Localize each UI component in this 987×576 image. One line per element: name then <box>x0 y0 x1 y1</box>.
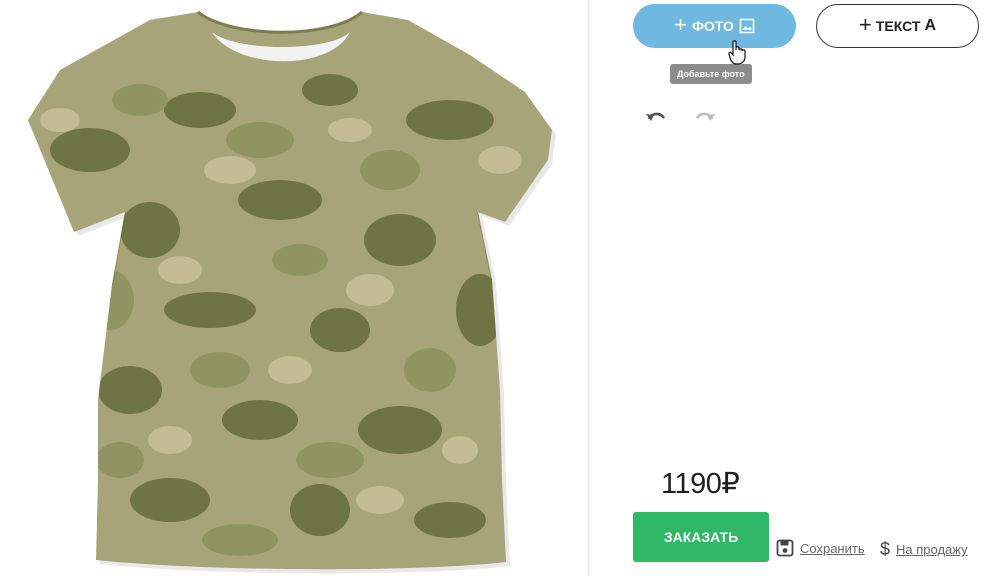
floppy-disk-icon <box>776 539 794 557</box>
save-link-label: Сохранить <box>800 540 865 556</box>
add-photo-label: ФОТО <box>691 18 734 34</box>
add-photo-tooltip: Добавьте фото <box>670 64 752 84</box>
plus-icon: + <box>674 12 687 37</box>
constructor-page: + ФОТО Добавьте фото + ТЕКСТ A 1190₽ ЗАК… <box>0 0 987 576</box>
product-price: 1190₽ <box>661 468 740 500</box>
add-text-button[interactable]: + ТЕКСТ A <box>816 4 979 48</box>
hand-cursor-icon <box>728 40 746 65</box>
sell-link[interactable]: $ На продажу <box>880 539 968 560</box>
product-preview <box>0 0 589 576</box>
tshirt-image <box>28 10 556 574</box>
dollar-icon: $ <box>880 539 891 559</box>
undo-icon[interactable] <box>645 110 667 126</box>
plus-icon: + <box>859 12 872 37</box>
redo-icon[interactable] <box>694 110 716 126</box>
order-button[interactable]: ЗАКАЗАТЬ <box>633 512 769 562</box>
image-icon <box>739 18 755 34</box>
add-photo-button[interactable]: + ФОТО <box>633 4 796 48</box>
add-text-label: ТЕКСТ <box>875 18 921 34</box>
save-link[interactable]: Сохранить <box>776 539 865 557</box>
sell-link-label: На продажу <box>896 542 968 557</box>
text-a-icon: A <box>924 17 936 34</box>
